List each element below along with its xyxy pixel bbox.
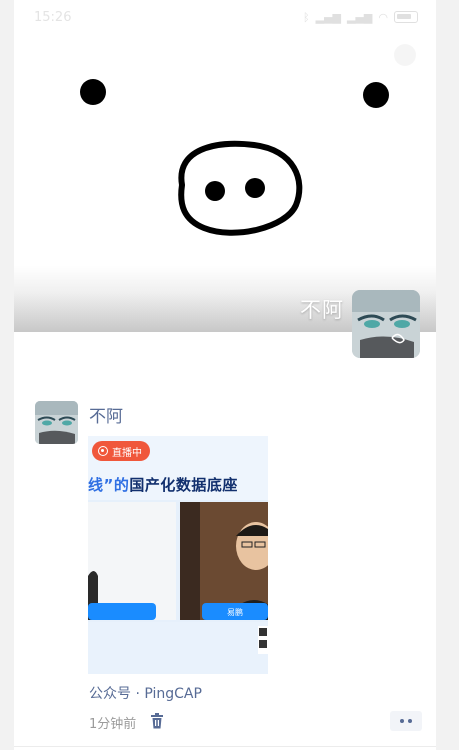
status-icons: ᛒ ▂▄▆ ▂▄▆ ◠ [303, 11, 418, 24]
host-name-label: 易鹏 [227, 608, 243, 617]
live-badge-label: 直播中 [112, 447, 142, 459]
divider [14, 746, 436, 747]
post-author-avatar[interactable] [35, 401, 78, 444]
signal-icon: ▂▄▆ [315, 10, 341, 24]
bluetooth-icon: ᛒ [303, 10, 310, 24]
live-badge: 直播中 [92, 441, 150, 461]
moments-page: 15:26 ᛒ ▂▄▆ ▂▄▆ ◠ 不阿 不阿 直播中 线”的国产化数据底座 易… [14, 0, 436, 750]
camera-icon[interactable] [394, 44, 416, 66]
profile-name[interactable]: 不阿 [300, 294, 344, 324]
avatar-image [35, 401, 78, 444]
trash-icon[interactable] [150, 713, 164, 729]
post-author-name[interactable]: 不阿 [89, 402, 123, 427]
headline-accent: 线”的 [88, 476, 130, 494]
signal-icon: ▂▄▆ [347, 10, 373, 24]
headline-text: 国产化数据底座 [129, 476, 238, 494]
profile-cover[interactable] [14, 0, 436, 332]
battery-icon [394, 11, 418, 23]
more-actions-button[interactable] [390, 711, 422, 731]
shared-article-card[interactable]: 直播中 线”的国产化数据底座 易鹏 [88, 436, 268, 674]
article-cover-image [88, 436, 268, 674]
live-icon [98, 446, 108, 456]
post-source-link[interactable]: 公众号 · PingCAP [89, 683, 202, 703]
avatar-image [352, 290, 420, 358]
article-headline: 线”的国产化数据底座 [88, 474, 268, 495]
more-dots-icon [408, 719, 412, 723]
wifi-icon: ◠ [378, 10, 388, 24]
pig-face-icon [80, 79, 389, 236]
post-timestamp: 1分钟前 [89, 717, 137, 732]
status-time: 15:26 [34, 9, 72, 25]
profile-avatar[interactable] [352, 290, 420, 358]
more-dots-icon [400, 719, 404, 723]
status-bar: 15:26 ᛒ ▂▄▆ ▂▄▆ ◠ [14, 0, 436, 34]
